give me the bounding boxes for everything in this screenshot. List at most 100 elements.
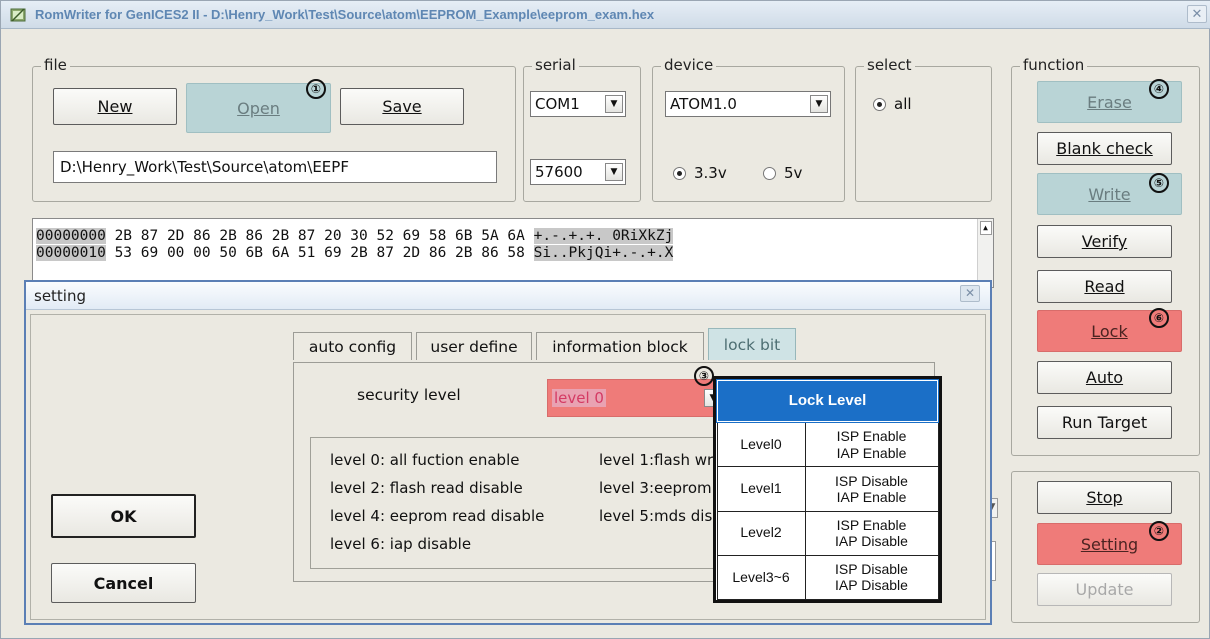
iap-status: IAP Enable xyxy=(836,488,907,505)
tab-user-define[interactable]: user define xyxy=(416,332,532,360)
hex-scrollbar[interactable]: ▲ xyxy=(977,219,993,287)
ok-button[interactable]: OK xyxy=(51,494,196,538)
select-group-label: select xyxy=(864,56,915,74)
level-description: level 6: iap disable xyxy=(330,535,472,553)
hex-ascii: Si..PkjQi+.-.+.X xyxy=(533,245,674,261)
tab-lock-bit[interactable]: lock bit xyxy=(708,328,796,360)
hex-bytes: 53 69 00 00 50 6B 6A 51 69 2B 87 2D 86 2… xyxy=(114,245,525,261)
auto-button-label: Auto xyxy=(1085,368,1124,387)
level-description: level 1:flash wr xyxy=(599,451,714,469)
hex-address: 00000010 xyxy=(36,245,106,261)
app-icon xyxy=(10,8,26,22)
lock-level-name: Level3~6 xyxy=(716,554,806,601)
stop-button-label: Stop xyxy=(1086,488,1123,507)
save-button[interactable]: Save xyxy=(340,88,464,125)
cancel-button-label: Cancel xyxy=(93,573,154,593)
cancel-button[interactable]: Cancel xyxy=(51,563,196,603)
step-badge-2: ② xyxy=(1149,521,1169,541)
step-badge-4: ④ xyxy=(1149,79,1169,99)
dialog-title-bar: setting ✕ xyxy=(26,282,990,310)
blank-check-label: Blank check xyxy=(1056,139,1153,158)
main-window: RomWriter for GenICES2 II - D:\Henry_Wor… xyxy=(0,0,1210,639)
radio-unselected-icon xyxy=(763,166,776,180)
lock-level-access: ISP Disable IAP Enable xyxy=(804,466,939,512)
blank-check-button[interactable]: Blank check xyxy=(1037,132,1172,165)
step-badge-6: ⑥ xyxy=(1149,308,1169,328)
close-icon[interactable]: ✕ xyxy=(960,285,980,302)
voltage-3v3-label: 3.3v xyxy=(694,164,727,182)
baud-rate-value: 57600 xyxy=(535,163,583,181)
voltage-radio-5v[interactable]: 5v xyxy=(763,164,802,182)
chevron-down-icon[interactable]: ▼ xyxy=(605,95,623,113)
read-button[interactable]: Read xyxy=(1037,270,1172,303)
lock-level-name: Level0 xyxy=(716,421,806,468)
hex-view[interactable]: 00000000 2B 87 2D 86 2B 86 2B 87 20 30 5… xyxy=(32,218,994,288)
stop-button[interactable]: Stop xyxy=(1037,481,1172,514)
setting-button-label: Setting xyxy=(1080,534,1139,554)
step-badge-1: ① xyxy=(306,79,326,99)
level-description: level 5:mds dis xyxy=(599,507,713,525)
table-row: Level3~6 ISP Disable IAP Disable xyxy=(716,554,939,601)
table-row: Level2 ISP Enable IAP Disable xyxy=(716,510,939,556)
chevron-down-icon[interactable]: ▼ xyxy=(810,95,828,113)
dialog-title: setting xyxy=(34,287,87,305)
tab-auto-config[interactable]: auto config xyxy=(293,332,412,360)
new-button-label: New xyxy=(97,97,133,116)
baud-rate-select[interactable]: 57600 ▼ xyxy=(530,159,626,185)
serial-group-label: serial xyxy=(532,56,579,74)
isp-status: ISP Enable xyxy=(836,428,907,445)
voltage-radio-3v3[interactable]: 3.3v xyxy=(673,164,727,182)
lock-level-name: Level1 xyxy=(716,466,806,512)
voltage-5v-label: 5v xyxy=(784,164,803,182)
new-button[interactable]: New xyxy=(53,88,177,125)
isp-status: ISP Disable xyxy=(835,560,908,577)
lock-level-access: ISP Enable IAP Disable xyxy=(804,510,939,556)
window-title: RomWriter for GenICES2 II - D:\Henry_Wor… xyxy=(35,7,655,22)
lock-level-access: ISP Disable IAP Disable xyxy=(804,554,939,601)
security-level-value: level 0 xyxy=(552,389,606,407)
file-path-field[interactable]: D:\Henry_Work\Test\Source\atom\EEPF xyxy=(53,151,497,183)
iap-status: IAP Disable xyxy=(835,533,908,550)
iap-status: IAP Disable xyxy=(835,577,908,594)
verify-button[interactable]: Verify xyxy=(1037,225,1172,258)
device-value: ATOM1.0 xyxy=(670,95,737,113)
device-group-label: device xyxy=(661,56,717,74)
lock-level-access: ISP Enable IAP Enable xyxy=(804,421,939,468)
hex-bytes: 2B 87 2D 86 2B 86 2B 87 20 30 52 69 58 6… xyxy=(114,228,525,244)
select-all-radio[interactable]: all xyxy=(873,95,912,113)
table-row: Level0 ISP Enable IAP Enable xyxy=(716,421,939,468)
erase-button-label: Erase xyxy=(1087,92,1132,112)
level-description: level 2: flash read disable xyxy=(330,479,523,497)
close-icon[interactable]: ✕ xyxy=(1187,5,1207,23)
tab-information-block[interactable]: information block xyxy=(536,332,704,360)
step-badge-5: ⑤ xyxy=(1149,173,1169,193)
serial-port-select[interactable]: COM1 ▼ xyxy=(530,91,626,117)
auto-button[interactable]: Auto xyxy=(1037,361,1172,394)
lock-level-header: Lock Level xyxy=(716,379,939,423)
hex-address: 00000000 xyxy=(36,228,106,244)
isp-status: ISP Disable xyxy=(835,472,908,489)
read-button-label: Read xyxy=(1084,277,1125,296)
title-bar: RomWriter for GenICES2 II - D:\Henry_Wor… xyxy=(1,1,1210,29)
lock-button-label: Lock xyxy=(1091,321,1128,341)
hex-row: 00000010 53 69 00 00 50 6B 6A 51 69 2B 8… xyxy=(36,245,674,261)
open-button-label: Open xyxy=(237,98,280,118)
serial-port-value: COM1 xyxy=(535,95,580,113)
ok-button-label: OK xyxy=(110,506,137,526)
chevron-up-icon[interactable]: ▲ xyxy=(979,221,992,235)
update-button[interactable]: Update xyxy=(1037,573,1172,606)
iap-status: IAP Enable xyxy=(836,444,907,461)
level-description: level 0: all fuction enable xyxy=(330,451,520,469)
select-group: select xyxy=(855,56,992,202)
chevron-down-icon[interactable]: ▼ xyxy=(605,163,623,181)
lock-level-name: Level2 xyxy=(716,510,806,556)
device-select[interactable]: ATOM1.0 ▼ xyxy=(665,91,831,117)
update-button-label: Update xyxy=(1075,580,1134,599)
lock-level-table: Lock Level Level0 ISP Enable IAP Enable L… xyxy=(713,376,942,603)
security-level-label: security level xyxy=(357,386,461,404)
run-target-label: Run Target xyxy=(1061,413,1148,432)
run-target-button[interactable]: Run Target xyxy=(1037,406,1172,439)
table-row: Level1 ISP Disable IAP Enable xyxy=(716,466,939,512)
level-description: level 3:eeprom xyxy=(599,479,712,497)
function-group: function xyxy=(1011,56,1200,456)
